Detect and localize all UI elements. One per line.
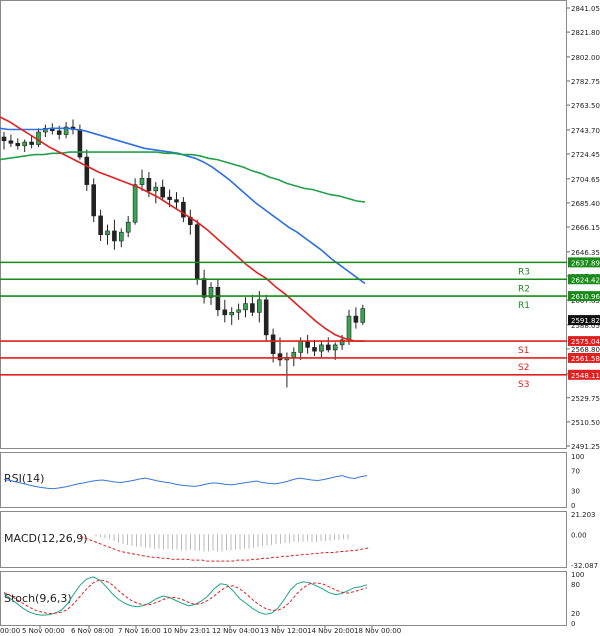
candle-body [194,224,200,279]
time-tick-label: 10 Nov 23:01 [163,627,210,635]
candle-body [325,344,331,351]
indicator-tick-label: 0.00 [571,531,587,539]
candle-body [112,230,117,242]
candle-body [263,299,269,336]
candle-body [119,231,124,242]
price-tick-label: 2491.25 [571,443,600,451]
level-price-label: 2548.11 [571,372,600,380]
price-tick-label: 2743.70 [571,127,600,135]
level-price-label: 2610.96 [571,293,600,301]
time-tick-label: 5 Nov 00:00 [22,627,65,635]
candle-body [132,184,138,223]
candle-body [353,315,359,323]
candle-body [167,196,172,200]
level-name-r2: R2 [518,284,530,294]
level-price-label: 2575.04 [571,338,600,346]
time-tick-label: 12 Nov 04:00 [212,627,259,635]
price-tick-label: 2763.50 [571,102,600,110]
price-tick-label: 2841.05 [571,5,600,13]
candle-body [8,140,14,144]
price-tick-label: 2510.50 [571,419,600,427]
candle-body [174,199,179,203]
level-price-label: 2561.58 [571,355,600,363]
price-tick-label: 2802.00 [571,54,600,62]
price-tick-label: 2704.65 [571,176,600,184]
candle-body [139,178,145,185]
candle-body [360,308,366,323]
indicator-tick-label: 20 [571,610,580,618]
level-name-r1: R1 [518,301,530,311]
candle-body [250,303,255,313]
time-tick-label: 13 Nov 12:00 [260,627,307,635]
price-tick-label: 2724.45 [571,151,600,159]
candle-body [332,344,338,351]
candle-body [15,142,21,147]
candle-body [305,340,310,348]
indicator-tick-label: 100 [571,453,584,461]
indicator-tick-label: 21.203 [571,511,596,519]
indicator-tick-label: 0 [571,502,575,510]
time-tick-label: 18 Nov 00:00 [354,627,401,635]
candle-body [222,309,228,316]
level-price-label: 2624.42 [571,276,600,284]
candle-body [215,286,221,311]
time-tick-label: 7 Nov 16:00 [118,627,161,635]
indicator-tick-label: 80 [571,581,580,589]
candle-body [153,186,159,192]
time-tick-label: 14 Nov 20:00 [307,627,354,635]
candle-body [105,230,110,236]
level-name-s2: S2 [518,363,529,373]
indicator-tick-label: -32.087 [571,562,598,570]
candle-body [298,340,304,353]
current-price-label: 2591.82 [571,317,600,325]
forex-chart: R3R2R1S1S2S3 RSI(14)MACD(12,26,9)Stoch(9… [0,0,600,636]
indicator-tick-label: 0 [571,620,575,628]
time-tick-label: 6 Nov 08:00 [71,627,114,635]
candle-body [277,353,283,361]
price-tick-label: 2568.80 [571,346,600,354]
candle-body [160,186,165,198]
candle-body [312,347,317,352]
candle-body [146,178,152,192]
candle-body [77,129,83,158]
indicator-tick-label: 100 [571,571,584,579]
candle-body [319,344,324,352]
price-tick-label: 2529.75 [571,395,600,403]
price-tick-label: 2685.40 [571,200,600,208]
candle [91,178,96,223]
indicator-tick-label: 70 [571,468,580,476]
candle-body [84,156,90,185]
price-tick-label: 2782.75 [571,78,600,86]
level-name-s1: S1 [518,346,529,356]
level-price-label: 2637.89 [571,259,600,267]
level-name-r3: R3 [518,267,530,277]
candle-body [256,299,262,313]
candle-body [22,141,28,147]
candle [263,294,269,342]
candle-body [29,141,34,145]
candle-body [291,352,297,358]
indicator-name: MACD(12,26,9) [4,532,88,545]
price-tick-label: 2646.35 [571,249,600,257]
candle-body [201,278,207,298]
candle-body [56,130,62,135]
indicator-tick-label: 30 [571,487,580,495]
chart-background [0,0,600,636]
candle-body [1,136,7,142]
candle-body [91,184,96,217]
price-tick-label: 2821.80 [571,29,600,37]
candle-body [125,221,131,233]
candle-body [98,215,103,236]
indicator-name: RSI(14) [4,472,44,485]
time-edge-label: 00:00 [0,627,20,635]
candle-body [236,309,241,313]
candle-body [36,131,41,145]
candle-body [346,315,352,341]
level-name-s3: S3 [518,380,529,390]
price-tick-label: 2666.15 [571,224,600,232]
candle [194,219,200,285]
candle-body [270,334,276,354]
candle-body [229,312,234,316]
candle-body [243,303,248,311]
